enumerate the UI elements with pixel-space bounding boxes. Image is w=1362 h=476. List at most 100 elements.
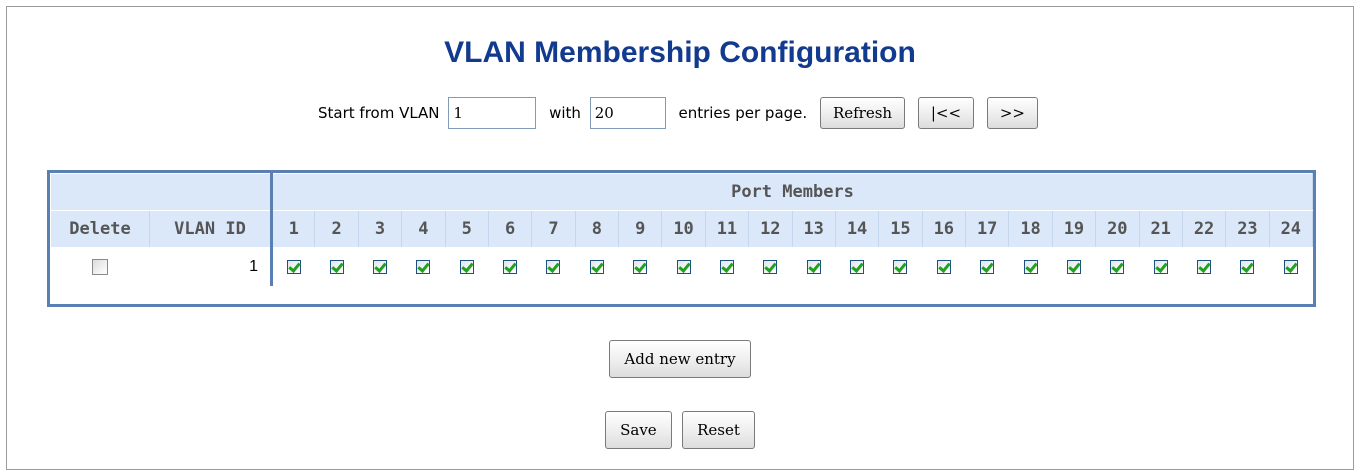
- port-member-checkbox-6[interactable]: [503, 259, 518, 274]
- paging-controls: Start from VLAN with entries per page. R…: [7, 97, 1353, 129]
- port-header-16: 16: [921, 210, 967, 248]
- port-member-cell-18: [1009, 248, 1052, 287]
- next-page-button[interactable]: >>: [986, 97, 1038, 129]
- port-member-checkbox-20[interactable]: [1110, 259, 1125, 274]
- vlan-id-header: VLAN ID: [149, 210, 273, 248]
- port-member-cell-4: [402, 248, 445, 287]
- port-member-checkbox-11[interactable]: [719, 259, 734, 274]
- port-member-cell-14: [835, 248, 878, 287]
- delete-cell: [51, 248, 150, 287]
- with-label: with: [549, 104, 581, 122]
- port-header-19: 19: [1051, 210, 1097, 248]
- start-vlan-input[interactable]: [448, 97, 537, 129]
- refresh-button[interactable]: Refresh: [819, 97, 906, 129]
- entries-per-page-label: entries per page.: [678, 104, 808, 122]
- port-member-cell-21: [1139, 248, 1182, 287]
- port-member-checkbox-15[interactable]: [893, 259, 908, 274]
- reset-button[interactable]: Reset: [682, 411, 755, 449]
- port-member-cell-5: [445, 248, 488, 287]
- port-header-20: 20: [1095, 210, 1140, 248]
- port-member-cell-8: [575, 248, 618, 287]
- port-header-24: 24: [1268, 210, 1314, 248]
- port-header-10: 10: [661, 210, 706, 248]
- port-member-cell-7: [532, 248, 575, 287]
- port-member-checkbox-1[interactable]: [286, 259, 301, 274]
- port-member-cell-24: [1269, 248, 1312, 287]
- entries-per-page-input[interactable]: [589, 97, 666, 129]
- port-member-cell-3: [358, 248, 401, 287]
- port-member-checkbox-8[interactable]: [589, 259, 604, 274]
- port-header-15: 15: [878, 210, 923, 248]
- port-member-checkbox-17[interactable]: [980, 259, 995, 274]
- delete-header: Delete: [50, 210, 150, 248]
- port-member-checkbox-24[interactable]: [1283, 259, 1298, 274]
- port-member-cell-10: [662, 248, 705, 287]
- vlan-membership-table: Port Members Delete VLAN ID 1 2 3 4 5 6 7 8 9 10 1…: [50, 173, 1314, 287]
- port-member-checkbox-5[interactable]: [459, 259, 474, 274]
- port-member-cell-22: [1182, 248, 1225, 287]
- port-header-13: 13: [791, 210, 836, 248]
- port-member-cell-19: [1052, 248, 1095, 287]
- delete-checkbox[interactable]: [92, 258, 108, 275]
- add-entry-row: Add new entry: [7, 340, 1353, 378]
- table-row: 1: [51, 247, 1313, 287]
- port-header-12: 12: [748, 210, 793, 248]
- first-page-button[interactable]: |<<: [917, 97, 975, 129]
- port-member-cell-2: [315, 248, 358, 287]
- port-member-checkbox-19[interactable]: [1066, 259, 1081, 274]
- port-header-5: 5: [444, 210, 489, 248]
- port-member-cell-20: [1096, 248, 1139, 287]
- port-member-checkbox-14[interactable]: [850, 259, 865, 274]
- port-members-header: Port Members: [271, 173, 1313, 211]
- port-header-4: 4: [401, 210, 446, 248]
- vlan-id-cell: 1: [149, 247, 273, 286]
- port-member-checkbox-4[interactable]: [416, 259, 431, 274]
- port-header-11: 11: [704, 210, 750, 248]
- port-member-cell-6: [488, 248, 531, 287]
- port-header-8: 8: [574, 210, 620, 248]
- port-header-14: 14: [834, 210, 880, 248]
- port-member-cell-12: [749, 248, 792, 287]
- page-title: VLAN Membership Configuration: [444, 36, 916, 69]
- port-member-checkbox-18[interactable]: [1023, 259, 1038, 274]
- header-blank: [50, 173, 273, 211]
- save-button[interactable]: Save: [605, 411, 672, 449]
- port-header-2: 2: [314, 210, 359, 248]
- table-body: 1: [51, 247, 1313, 287]
- column-header-row: Delete VLAN ID 1 2 3 4 5 6 7 8 9 10 11 12 13 14 15 16 17…: [50, 210, 1314, 248]
- vlan-table-container: Port Members Delete VLAN ID 1 2 3 4 5 6 7 8 9 10 1…: [47, 170, 1316, 307]
- port-member-checkbox-3[interactable]: [372, 259, 387, 274]
- port-member-cell-9: [619, 248, 662, 287]
- port-member-checkbox-23[interactable]: [1240, 259, 1255, 274]
- page-frame: VLAN Membership Configuration Start from…: [6, 6, 1354, 470]
- port-member-checkbox-22[interactable]: [1197, 259, 1212, 274]
- save-reset-row: Save Reset: [7, 411, 1353, 449]
- port-header-9: 9: [617, 210, 663, 248]
- port-member-cell-13: [792, 248, 835, 287]
- port-member-cell-17: [966, 248, 1009, 287]
- port-header-3: 3: [357, 210, 403, 248]
- port-header-21: 21: [1138, 210, 1183, 248]
- port-member-cell-1: [272, 248, 315, 287]
- port-member-cell-15: [879, 248, 922, 287]
- port-member-checkbox-13[interactable]: [806, 259, 821, 274]
- port-member-checkbox-16[interactable]: [936, 259, 951, 274]
- port-header-22: 22: [1181, 210, 1227, 248]
- port-header-23: 23: [1225, 210, 1270, 248]
- port-member-cell-16: [922, 248, 965, 287]
- port-member-cell-11: [705, 248, 748, 287]
- start-from-label: Start from VLAN: [318, 104, 440, 122]
- port-member-checkbox-7[interactable]: [546, 259, 561, 274]
- port-member-cell-23: [1226, 248, 1269, 287]
- port-header-18: 18: [1008, 210, 1053, 248]
- port-header-7: 7: [531, 210, 576, 248]
- port-member-checkbox-10[interactable]: [676, 259, 691, 274]
- port-header-17: 17: [964, 210, 1010, 248]
- add-new-entry-button[interactable]: Add new entry: [609, 340, 751, 378]
- port-member-checkbox-21[interactable]: [1153, 259, 1168, 274]
- port-header-1: 1: [270, 210, 316, 248]
- port-member-checkbox-2[interactable]: [329, 259, 344, 274]
- port-member-checkbox-12[interactable]: [763, 259, 778, 274]
- port-header-6: 6: [487, 210, 533, 248]
- port-member-checkbox-9[interactable]: [633, 259, 648, 274]
